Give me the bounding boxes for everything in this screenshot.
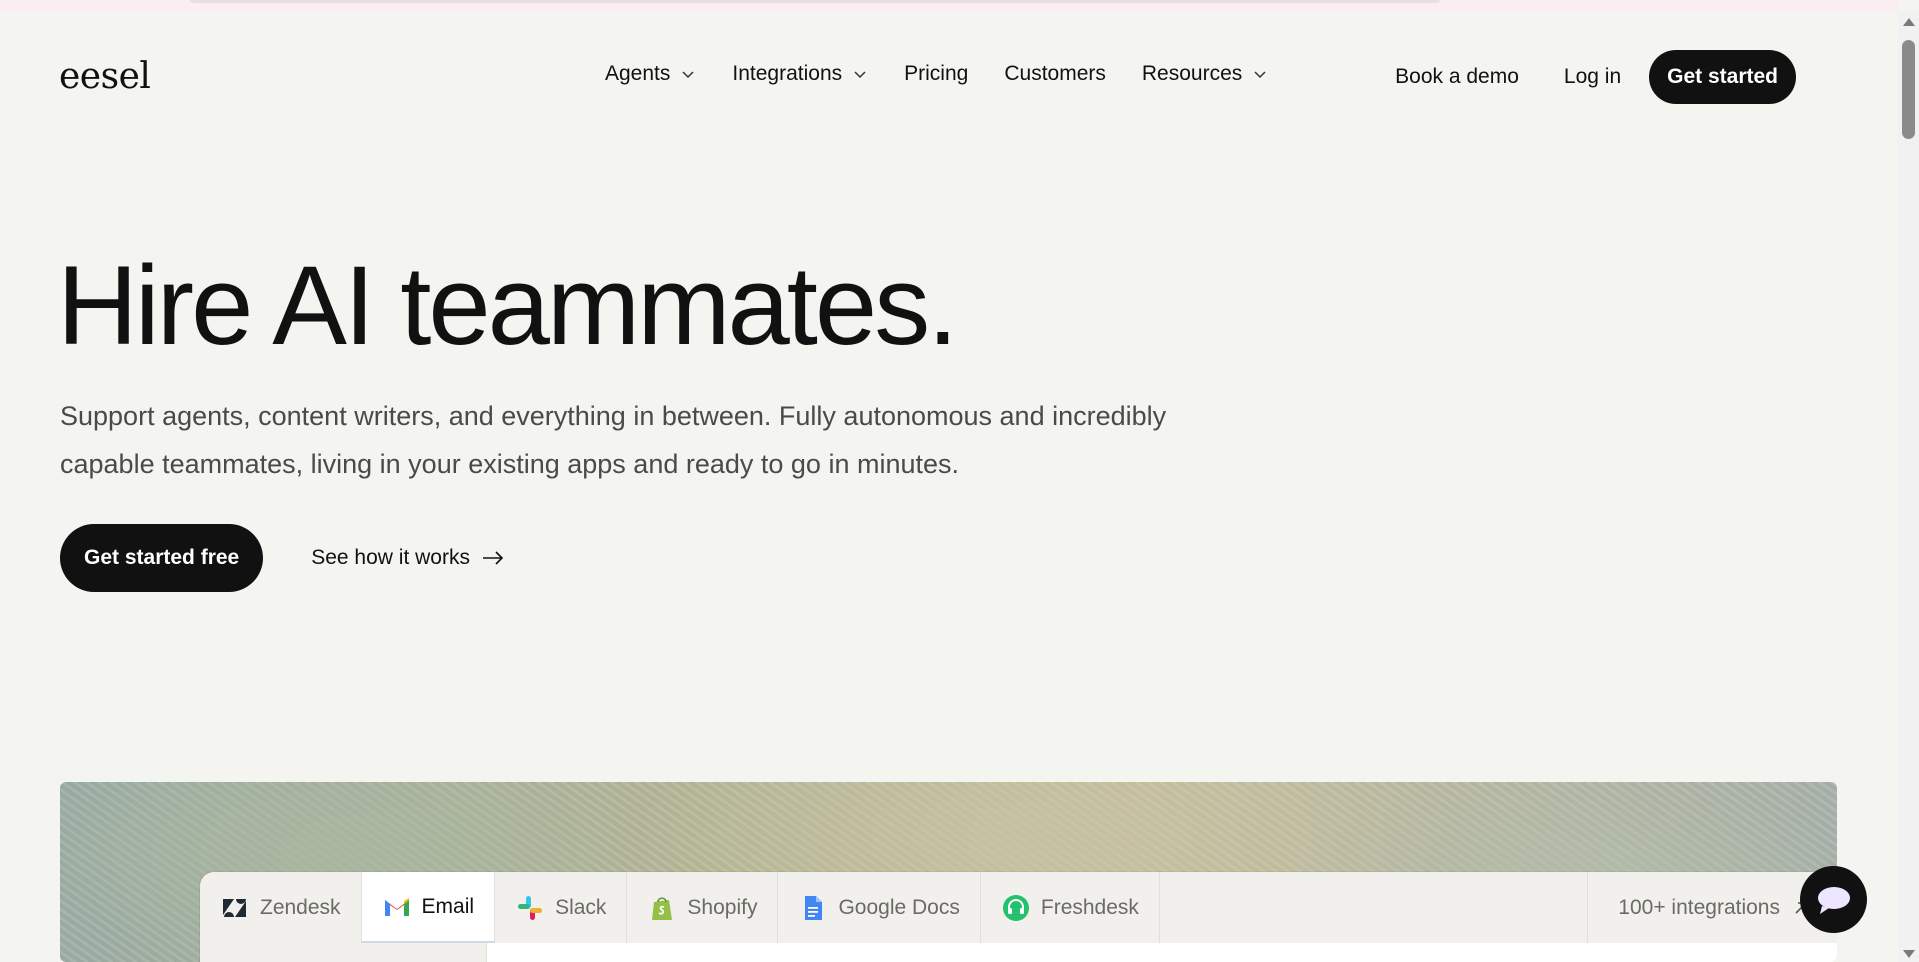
zendesk-icon (223, 898, 246, 917)
nav-label: Pricing (904, 62, 969, 85)
tab-freshdesk[interactable]: Freshdesk (981, 872, 1160, 943)
nav-label: Resources (1141, 62, 1243, 85)
tab-spacer (1160, 872, 1589, 943)
logo[interactable]: eesel (59, 56, 151, 97)
nav-item-integrations[interactable]: Integrations (732, 62, 868, 86)
page-scrollbar[interactable] (1898, 12, 1919, 962)
scrollbar-thumb[interactable] (1902, 40, 1915, 139)
tab-label: Email (421, 894, 475, 918)
hero-cta-row: Get started free See how it works (60, 524, 504, 592)
top-strip-pill (190, 0, 1440, 3)
gmail-icon (384, 897, 409, 916)
showcase-panel-sidebar (200, 943, 487, 962)
integration-showcase: Zendesk Email Slack Shopify Google Docs … (60, 782, 1837, 962)
slack-icon (518, 895, 543, 920)
tab-label: Slack (555, 895, 607, 919)
main-nav: Agents Integrations Pricing Customers Re… (605, 62, 1268, 86)
chevron-down-icon (1254, 71, 1266, 79)
chevron-down-icon (854, 71, 866, 79)
more-integrations-link[interactable]: 100+ integrations (1588, 872, 1837, 943)
chat-launcher-button[interactable] (1800, 866, 1867, 933)
hero-subtitle: Support agents, content writers, and eve… (60, 401, 1167, 479)
get-started-button[interactable]: Get started (1649, 50, 1796, 104)
chevron-down-icon (682, 71, 694, 79)
nav-label: Integrations (732, 62, 843, 85)
nav-item-customers[interactable]: Customers (1004, 62, 1106, 86)
freshdesk-icon (1002, 894, 1029, 921)
scroll-down-arrow-icon[interactable] (1903, 950, 1915, 958)
login-link[interactable]: Log in (1564, 65, 1621, 89)
header-actions: Book a demo Log in Get started (1395, 50, 1796, 104)
tab-google-docs[interactable]: Google Docs (778, 872, 981, 943)
shopify-icon (652, 896, 673, 920)
see-how-it-works-label: See how it works (311, 546, 470, 569)
nav-item-agents[interactable]: Agents (605, 62, 696, 86)
tab-zendesk[interactable]: Zendesk (200, 872, 362, 943)
see-how-it-works-link[interactable]: See how it works (311, 546, 504, 570)
chat-bubble-icon (1817, 886, 1850, 914)
tab-shopify[interactable]: Shopify (627, 872, 779, 943)
tab-label: Shopify (687, 895, 758, 919)
nav-label: Customers (1004, 62, 1106, 85)
tab-label: Google Docs (838, 895, 960, 919)
google-docs-icon (805, 895, 823, 920)
get-started-free-button[interactable]: Get started free (60, 524, 264, 592)
nav-label: Agents (605, 62, 671, 85)
tab-label: Freshdesk (1040, 895, 1139, 919)
scroll-up-arrow-icon[interactable] (1903, 18, 1915, 26)
book-demo-link[interactable]: Book a demo (1395, 65, 1519, 89)
hero-title: Hire AI teammates. (57, 243, 958, 368)
more-integrations-label: 100+ integrations (1618, 895, 1780, 919)
showcase-panel (200, 943, 1837, 962)
nav-item-resources[interactable]: Resources (1142, 62, 1268, 86)
tab-slack[interactable]: Slack (495, 872, 628, 943)
nav-item-pricing[interactable]: Pricing (904, 62, 968, 86)
browser-top-strip (0, 0, 1898, 12)
tab-email[interactable]: Email (361, 872, 496, 943)
tab-label: Zendesk (260, 895, 341, 919)
arrow-right-icon (482, 551, 504, 565)
page: eesel Agents Integrations Pricing Custom… (0, 12, 1898, 962)
